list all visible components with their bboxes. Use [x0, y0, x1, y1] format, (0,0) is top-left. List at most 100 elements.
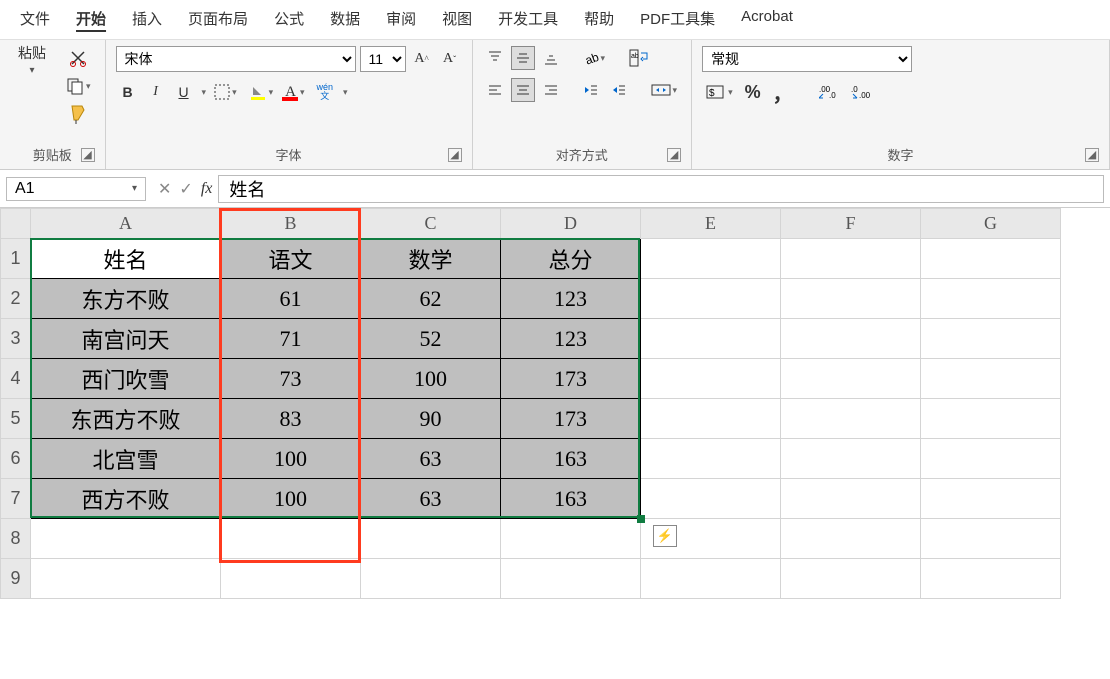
cell-A5[interactable]: 东西方不败 — [31, 399, 221, 439]
cell-A1[interactable]: 姓名 — [31, 239, 221, 279]
cell-D9[interactable] — [501, 559, 641, 599]
decrease-decimal-button[interactable]: .0.00 — [847, 80, 875, 104]
cut-button[interactable] — [62, 46, 95, 70]
formula-input[interactable] — [218, 175, 1104, 203]
merge-button[interactable]: ▾ — [647, 78, 682, 102]
row-header-2[interactable]: 2 — [1, 279, 31, 319]
font-size-select[interactable]: 11 — [360, 46, 406, 72]
cell-F5[interactable] — [781, 399, 921, 439]
quick-analysis-icon[interactable]: ⚡ — [653, 525, 677, 547]
cell-F3[interactable] — [781, 319, 921, 359]
cell-B1[interactable]: 语文 — [221, 239, 361, 279]
menu-帮助[interactable]: 帮助 — [580, 6, 618, 31]
decrease-font-button[interactable]: Aˇ — [438, 47, 462, 71]
cell-G6[interactable] — [921, 439, 1061, 479]
cell-C6[interactable]: 63 — [361, 439, 501, 479]
cell-E6[interactable] — [641, 439, 781, 479]
cell-B8[interactable] — [221, 519, 361, 559]
cell-B6[interactable]: 100 — [221, 439, 361, 479]
cell-D4[interactable]: 173 — [501, 359, 641, 399]
paste-button[interactable]: 粘贴▾ — [10, 46, 54, 70]
cell-C8[interactable] — [361, 519, 501, 559]
cell-C7[interactable]: 63 — [361, 479, 501, 519]
cell-B5[interactable]: 83 — [221, 399, 361, 439]
cell-E7[interactable] — [641, 479, 781, 519]
row-header-6[interactable]: 6 — [1, 439, 31, 479]
row-header-4[interactable]: 4 — [1, 359, 31, 399]
cell-E4[interactable] — [641, 359, 781, 399]
cell-A6[interactable]: 北宫雪 — [31, 439, 221, 479]
format-painter-button[interactable] — [62, 102, 95, 126]
cell-G4[interactable] — [921, 359, 1061, 399]
cell-B2[interactable]: 61 — [221, 279, 361, 319]
cancel-icon[interactable]: ✕ — [158, 179, 171, 199]
cell-B3[interactable]: 71 — [221, 319, 361, 359]
cell-F8[interactable] — [781, 519, 921, 559]
clipboard-dialog-icon[interactable]: ◢ — [81, 148, 95, 162]
cell-A7[interactable]: 西方不败 — [31, 479, 221, 519]
phonetic-button[interactable]: wén文 — [313, 80, 338, 104]
col-header-G[interactable]: G — [921, 209, 1061, 239]
orientation-button[interactable]: ab▾ — [579, 46, 610, 70]
cell-D1[interactable]: 总分 — [501, 239, 641, 279]
cell-C9[interactable] — [361, 559, 501, 599]
col-header-C[interactable]: C — [361, 209, 501, 239]
number-dialog-icon[interactable]: ◢ — [1085, 148, 1099, 162]
increase-decimal-button[interactable]: .00.0 — [815, 80, 843, 104]
menu-PDF工具集[interactable]: PDF工具集 — [636, 6, 719, 31]
align-dialog-icon[interactable]: ◢ — [667, 148, 681, 162]
cell-G3[interactable] — [921, 319, 1061, 359]
cell-F9[interactable] — [781, 559, 921, 599]
font-dialog-icon[interactable]: ◢ — [448, 148, 462, 162]
cell-B9[interactable] — [221, 559, 361, 599]
cell-F6[interactable] — [781, 439, 921, 479]
row-header-1[interactable]: 1 — [1, 239, 31, 279]
menu-开发工具[interactable]: 开发工具 — [494, 6, 562, 31]
cell-G5[interactable] — [921, 399, 1061, 439]
increase-indent-button[interactable] — [607, 78, 631, 102]
cell-E1[interactable] — [641, 239, 781, 279]
wrap-text-button[interactable]: ab — [625, 46, 653, 70]
border-button[interactable]: ▾ — [210, 80, 241, 104]
col-header-B[interactable]: B — [221, 209, 361, 239]
cell-D3[interactable]: 123 — [501, 319, 641, 359]
align-middle-button[interactable] — [511, 46, 535, 70]
confirm-icon[interactable]: ✓ — [179, 179, 192, 199]
cell-D2[interactable]: 123 — [501, 279, 641, 319]
cell-G8[interactable] — [921, 519, 1061, 559]
row-header-3[interactable]: 3 — [1, 319, 31, 359]
col-header-A[interactable]: A — [31, 209, 221, 239]
cell-G1[interactable] — [921, 239, 1061, 279]
accounting-format-button[interactable]: $▾ — [702, 80, 737, 104]
menu-公式[interactable]: 公式 — [270, 6, 308, 31]
font-name-select[interactable]: 宋体 — [116, 46, 356, 72]
cell-A4[interactable]: 西门吹雪 — [31, 359, 221, 399]
menu-页面布局[interactable]: 页面布局 — [184, 6, 252, 31]
menu-数据[interactable]: 数据 — [326, 6, 364, 31]
cell-A9[interactable] — [31, 559, 221, 599]
cell-B7[interactable]: 100 — [221, 479, 361, 519]
align-right-button[interactable] — [539, 78, 563, 102]
cell-E2[interactable] — [641, 279, 781, 319]
menu-插入[interactable]: 插入 — [128, 6, 166, 31]
cell-C3[interactable]: 52 — [361, 319, 501, 359]
col-header-E[interactable]: E — [641, 209, 781, 239]
number-format-select[interactable]: 常规 — [702, 46, 912, 72]
align-left-button[interactable] — [483, 78, 507, 102]
menu-Acrobat[interactable]: Acrobat — [737, 6, 797, 31]
fx-icon[interactable]: fx — [201, 180, 213, 198]
cell-G2[interactable] — [921, 279, 1061, 319]
align-center-button[interactable] — [511, 78, 535, 102]
increase-font-button[interactable]: A^ — [410, 47, 434, 71]
percent-button[interactable]: % — [741, 80, 765, 104]
menu-视图[interactable]: 视图 — [438, 6, 476, 31]
cell-C4[interactable]: 100 — [361, 359, 501, 399]
menu-开始[interactable]: 开始 — [72, 6, 110, 31]
row-header-7[interactable]: 7 — [1, 479, 31, 519]
cell-C1[interactable]: 数学 — [361, 239, 501, 279]
align-top-button[interactable] — [483, 46, 507, 70]
col-header-D[interactable]: D — [501, 209, 641, 239]
cell-A3[interactable]: 南宫问天 — [31, 319, 221, 359]
menu-文件[interactable]: 文件 — [16, 6, 54, 31]
cell-G9[interactable] — [921, 559, 1061, 599]
